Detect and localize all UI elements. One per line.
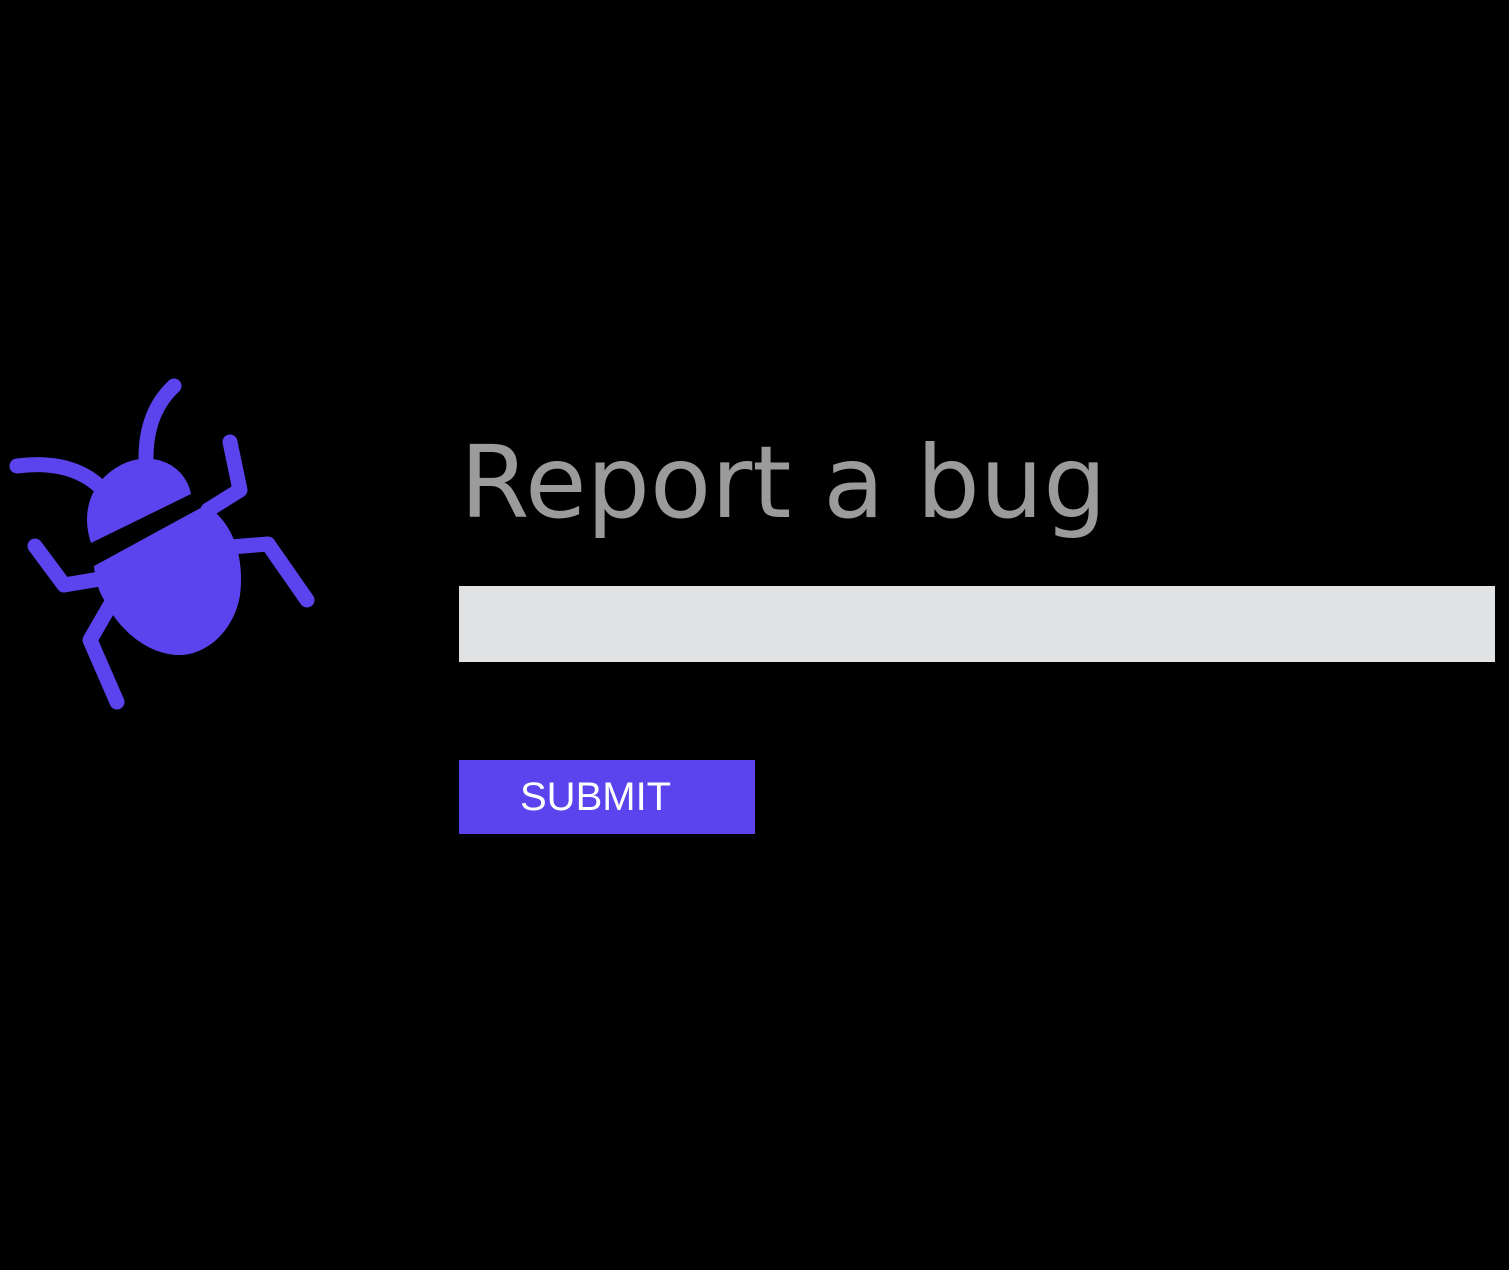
bug-report-input[interactable] bbox=[459, 586, 1495, 662]
bug-icon bbox=[9, 378, 315, 710]
page-title: Report a bug bbox=[460, 424, 1107, 541]
submit-button[interactable]: SUBMIT bbox=[459, 760, 755, 834]
